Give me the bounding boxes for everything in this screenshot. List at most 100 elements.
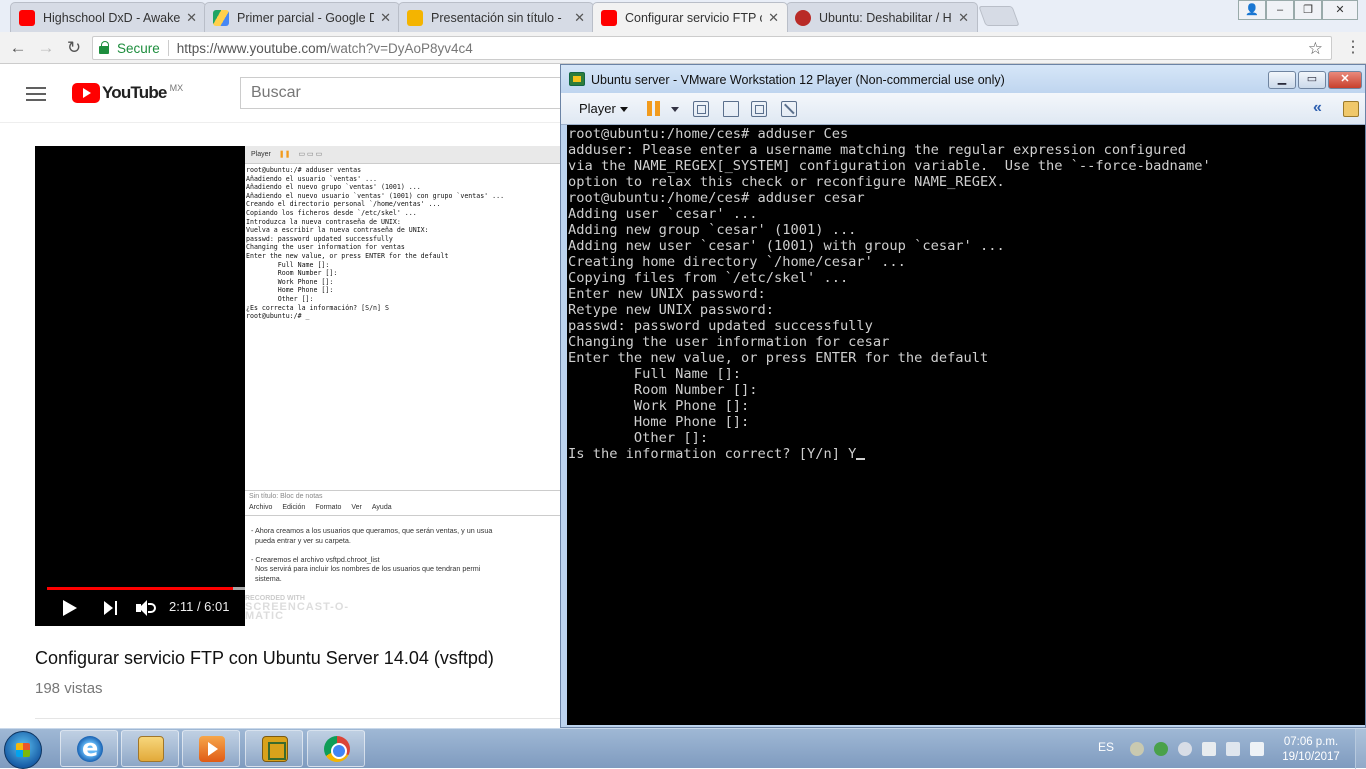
google-drive-icon <box>213 9 229 26</box>
chevron-down-icon[interactable] <box>671 107 679 112</box>
media-player-icon[interactable] <box>182 730 240 767</box>
frame-toolbar-icons: ▭ ▭ ▭ <box>298 151 323 158</box>
close-icon[interactable]: ✕ <box>768 10 779 26</box>
tray-app-icon[interactable] <box>1130 742 1144 756</box>
vmware-title-bar[interactable]: Ubuntu server - VMware Workstation 12 Pl… <box>561 65 1365 93</box>
windows-taskbar: ES 07:06 p.m. 19/10/2017 <box>0 728 1366 769</box>
close-icon[interactable]: ✕ <box>958 10 969 26</box>
start-button[interactable] <box>4 731 42 769</box>
maximize-button[interactable]: ▭ <box>1298 71 1326 89</box>
network-icon[interactable] <box>1226 742 1240 756</box>
console-line: Enter new UNIX password: <box>568 286 766 302</box>
progress-bar[interactable] <box>47 587 560 590</box>
chrome-taskbar-icon[interactable] <box>307 730 365 767</box>
browser-tab-active[interactable]: Configurar servicio FTP c ✕ <box>592 2 788 32</box>
clock[interactable]: 07:06 p.m. 19/10/2017 <box>1276 735 1346 765</box>
console-prompt-line: Is the information correct? [Y/n] Y <box>568 446 1365 462</box>
tab-title: Ubuntu: Deshabilitar / Ha <box>819 10 953 25</box>
back-arrow-icon[interactable]: ← <box>6 36 30 60</box>
internet-explorer-icon[interactable] <box>60 730 118 767</box>
frame-terminal-line: root@ubuntu:/# _ <box>246 312 310 321</box>
frame-terminal-line: root@ubuntu:/# adduser ventas <box>246 166 362 174</box>
console-line: Creating home directory `/home/cesar' ..… <box>568 254 906 270</box>
browser-tab[interactable]: Highschool DxD - Awake ✕ <box>10 2 206 32</box>
collapse-library-icon[interactable]: « <box>1313 99 1322 117</box>
frame-player-label: Player <box>251 151 271 158</box>
next-video-icon[interactable] <box>104 601 118 615</box>
forward-arrow-icon[interactable]: → <box>34 36 58 60</box>
vm-console[interactable]: root@ubuntu:/home/ces# adduser Ces adduse… <box>567 125 1365 725</box>
close-icon[interactable]: ✕ <box>574 10 585 26</box>
send-ctrl-alt-del-icon[interactable] <box>693 101 709 117</box>
console-line: Adding user `cesar' ... <box>568 206 758 222</box>
restore-button[interactable]: ❐ <box>1294 0 1322 20</box>
pause-icon[interactable] <box>647 101 661 116</box>
console-line: Other []: <box>568 430 709 446</box>
new-tab-button[interactable] <box>978 6 1020 26</box>
tab-title: Primer parcial - Google D <box>237 10 375 25</box>
tray-action-center-icon[interactable] <box>1202 742 1216 756</box>
close-window-button[interactable]: ✕ <box>1322 0 1358 20</box>
console-line: passwd: password updated successfully <box>568 318 873 334</box>
frame-terminal-line: ¿Es correcta la información? [S/n] S <box>246 303 389 312</box>
user-profile-button[interactable]: 👤 <box>1238 0 1266 20</box>
show-desktop-button[interactable] <box>1355 729 1366 769</box>
view-count: 198 vistas <box>35 680 103 697</box>
tray-security-icon[interactable] <box>1154 742 1168 756</box>
unity-icon[interactable] <box>781 101 797 117</box>
url-divider <box>167 40 169 56</box>
volume-icon[interactable] <box>136 600 158 616</box>
play-icon[interactable] <box>63 600 77 616</box>
console-line: Changing the user information for cesar <box>568 334 890 350</box>
bookmark-star-icon[interactable]: ☆ <box>1308 39 1323 59</box>
browser-tab[interactable]: Presentación sin título - ✕ <box>398 2 594 32</box>
frame-pause-icon: ❚❚ <box>278 151 291 158</box>
divider <box>35 718 560 719</box>
youtube-logo[interactable]: YouTube MX <box>72 83 183 103</box>
console-line: Adding new user `cesar' (1001) with grou… <box>568 238 1005 254</box>
language-indicator[interactable]: ES <box>1098 740 1114 754</box>
removable-devices-icon[interactable] <box>723 101 739 117</box>
logo-text: YouTube <box>102 83 167 102</box>
close-button[interactable]: ✕ <box>1328 71 1362 89</box>
screencast-watermark: RECORDED WITH SCREENCAST-O-MATIC <box>245 594 375 622</box>
browser-tab[interactable]: Ubuntu: Deshabilitar / Ha ✕ <box>786 2 978 32</box>
frame-terminal-line: Full Name []: <box>246 260 330 269</box>
browser-tab-strip: Highschool DxD - Awake ✕ Primer parcial … <box>0 0 1366 32</box>
frame-terminal-line: Changing the user information for ventas <box>246 243 405 252</box>
volume-icon[interactable] <box>1250 742 1264 756</box>
search-input[interactable]: Buscar <box>240 77 570 109</box>
text-cursor <box>856 458 866 460</box>
frame-toolbar: Player ❚❚ ▭ ▭ ▭ <box>245 146 560 164</box>
frame-terminal-line: Vuelva a escribir la nueva contraseña de… <box>246 226 429 235</box>
frame-terminal-line: Añadiendo el nuevo usuario `ventas' (100… <box>246 191 505 200</box>
menu-icon[interactable] <box>26 87 46 101</box>
video-frame: Player ❚❚ ▭ ▭ ▭ root@ubuntu:/# adduser v… <box>245 146 560 626</box>
vmware-taskbar-icon[interactable] <box>245 730 303 767</box>
vmware-window[interactable]: Ubuntu server - VMware Workstation 12 Pl… <box>560 64 1366 728</box>
minimize-button[interactable]: ▁ <box>1268 71 1296 89</box>
file-explorer-icon[interactable] <box>121 730 179 767</box>
address-bar[interactable]: Secure https://www.youtube.com/watch?v=D… <box>92 36 1332 60</box>
url-text[interactable]: https://www.youtube.com/watch?v=DyAoP8yv… <box>177 41 473 56</box>
secure-indicator[interactable]: Secure <box>93 40 160 56</box>
frame-terminal-line: Copiando los ficheros desde `/etc/skel' … <box>246 208 417 217</box>
video-player[interactable]: Player ❚❚ ▭ ▭ ▭ root@ubuntu:/# adduser v… <box>35 146 560 626</box>
close-icon[interactable]: ✕ <box>380 10 391 26</box>
close-icon[interactable]: ✕ <box>186 10 197 26</box>
console-prompt: Is the information correct? [Y/n] Y <box>568 446 857 462</box>
notepad-menu-item: Ayuda <box>371 504 392 511</box>
console-line: Copying files from `/etc/skel' ... <box>568 270 849 286</box>
chrome-menu-icon[interactable]: ⋮ <box>1345 36 1361 60</box>
reload-icon[interactable]: ↻ <box>62 36 86 60</box>
browser-tab[interactable]: Primer parcial - Google D ✕ <box>204 2 400 32</box>
tray-link-icon[interactable] <box>1178 742 1192 756</box>
frame-terminal-line: Work Phone []: <box>246 277 334 286</box>
player-menu-label: Player <box>579 101 616 116</box>
browser-toolbar: ← → ↻ Secure https://www.youtube.com/wat… <box>0 32 1366 64</box>
message-log-icon[interactable] <box>1343 101 1359 117</box>
tab-title: Presentación sin título - <box>431 10 562 25</box>
minimize-button[interactable]: – <box>1266 0 1294 20</box>
fullscreen-icon[interactable] <box>751 101 767 117</box>
player-menu[interactable]: Player <box>579 101 628 116</box>
